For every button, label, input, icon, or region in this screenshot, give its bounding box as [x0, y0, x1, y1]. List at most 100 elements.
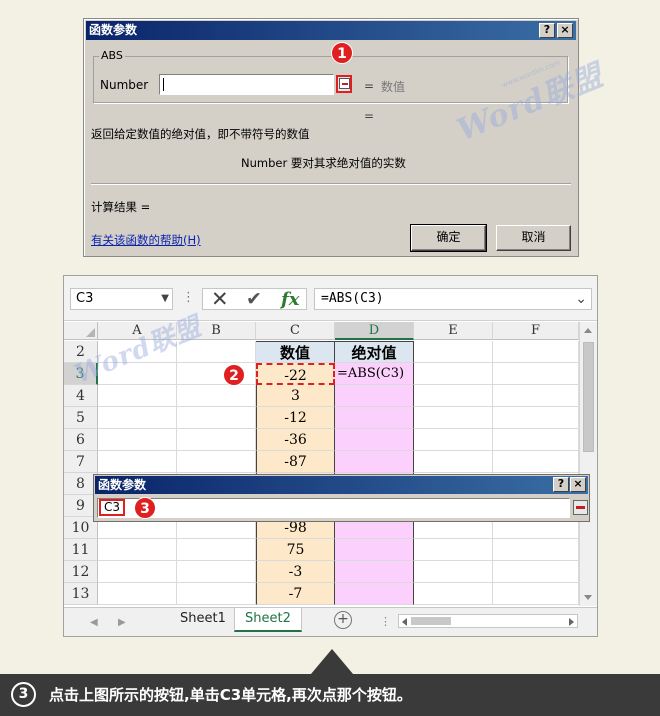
collapsed-function-dialog: 函数参数 ? × C3	[93, 474, 590, 522]
cell-a13[interactable]	[98, 583, 177, 605]
cell-e3[interactable]	[414, 363, 493, 385]
column-header-d[interactable]: D	[335, 322, 414, 340]
cell-b13[interactable]	[177, 583, 256, 605]
cell-b11[interactable]	[177, 539, 256, 561]
cell-a6[interactable]	[98, 429, 177, 451]
tab-sheet1[interactable]: Sheet1	[170, 608, 237, 632]
formula-input[interactable]: =ABS(C3) ⌄	[314, 288, 592, 310]
scroll-right-icon[interactable]	[569, 618, 574, 626]
footer-pointer	[311, 649, 353, 674]
formula-bar-grip-icon[interactable]: ⋮	[182, 290, 195, 305]
tab-grip-icon[interactable]: ⋮	[380, 615, 391, 628]
cell-d11[interactable]	[335, 539, 414, 561]
expand-dialog-icon[interactable]	[573, 500, 588, 515]
cell-a12[interactable]	[98, 561, 177, 583]
collapsed-help-button[interactable]: ?	[553, 477, 569, 492]
scroll-thumb[interactable]	[583, 342, 594, 452]
close-title-button[interactable]: ×	[557, 23, 573, 38]
cell-e13[interactable]	[414, 583, 493, 605]
cell-a4[interactable]	[98, 385, 177, 407]
cell-f6[interactable]	[493, 429, 579, 451]
horizontal-scrollbar[interactable]	[398, 614, 578, 628]
h-scroll-thumb[interactable]	[411, 617, 451, 625]
cell-a5[interactable]	[98, 407, 177, 429]
collapsed-close-button[interactable]: ×	[570, 477, 586, 492]
cell-c5[interactable]: -12	[256, 407, 335, 429]
cell-d3[interactable]: =ABS(C3)	[335, 363, 414, 385]
row-header-6[interactable]: 6	[64, 429, 98, 451]
row-header-11[interactable]: 11	[64, 539, 98, 561]
cell-f12[interactable]	[493, 561, 579, 583]
vertical-scrollbar[interactable]	[579, 322, 597, 606]
collapsed-dialog-titlebar: 函数参数 ? ×	[95, 476, 588, 494]
cell-c3[interactable]: -22	[256, 363, 335, 385]
cell-c12[interactable]: -3	[256, 561, 335, 583]
tab-sheet2[interactable]: Sheet2	[234, 608, 302, 632]
prev-sheet-icon[interactable]: ◀	[90, 617, 98, 628]
name-box-value: C3	[76, 291, 94, 306]
name-box[interactable]: C3 ▼	[70, 288, 173, 310]
scroll-up-icon[interactable]	[584, 328, 592, 333]
cell-a11[interactable]	[98, 539, 177, 561]
cell-e7[interactable]	[414, 451, 493, 473]
cell-e5[interactable]	[414, 407, 493, 429]
row-header-5[interactable]: 5	[64, 407, 98, 429]
cell-c7[interactable]: -87	[256, 451, 335, 473]
cell-d12[interactable]	[335, 561, 414, 583]
cell-c11[interactable]: 75	[256, 539, 335, 561]
cell-b12[interactable]	[177, 561, 256, 583]
cell-d7[interactable]	[335, 451, 414, 473]
collapse-dialog-button[interactable]	[336, 75, 352, 93]
cell-e12[interactable]	[414, 561, 493, 583]
cell-e11[interactable]	[414, 539, 493, 561]
cell-d13[interactable]	[335, 583, 414, 605]
cell-d5[interactable]	[335, 407, 414, 429]
cell-c13[interactable]: -7	[256, 583, 335, 605]
next-sheet-icon[interactable]: ▶	[118, 617, 126, 628]
cell-b7[interactable]	[177, 451, 256, 473]
expand-formula-icon[interactable]: ⌄	[575, 289, 587, 309]
column-header-e[interactable]: E	[414, 322, 493, 340]
cell-f2[interactable]	[493, 341, 579, 363]
ok-button[interactable]: 确定	[410, 224, 487, 252]
cell-b6[interactable]	[177, 429, 256, 451]
add-sheet-icon[interactable]: +	[334, 611, 352, 629]
cell-c2[interactable]: 数值	[256, 341, 335, 363]
help-title-button[interactable]: ?	[539, 23, 555, 38]
cancel-entry-icon[interactable]: ✕	[211, 287, 229, 311]
enter-entry-icon[interactable]: ✔	[246, 288, 262, 310]
cell-a7[interactable]	[98, 451, 177, 473]
cell-d4[interactable]	[335, 385, 414, 407]
number-arg-input[interactable]	[159, 74, 334, 95]
cell-f5[interactable]	[493, 407, 579, 429]
cell-e6[interactable]	[414, 429, 493, 451]
select-all-corner[interactable]	[64, 322, 98, 340]
row-header-13[interactable]: 13	[64, 583, 98, 605]
insert-function-icon[interactable]: fx	[281, 289, 299, 310]
cell-e2[interactable]	[414, 341, 493, 363]
row-header-12[interactable]: 12	[64, 561, 98, 583]
function-help-link[interactable]: 有关该函数的帮助(H)	[91, 232, 201, 248]
cell-f4[interactable]	[493, 385, 579, 407]
cell-f11[interactable]	[493, 539, 579, 561]
cell-b4[interactable]	[177, 385, 256, 407]
dialog-title: 函数参数	[89, 23, 138, 37]
cell-f7[interactable]	[493, 451, 579, 473]
cell-e4[interactable]	[414, 385, 493, 407]
cell-f3[interactable]	[493, 363, 579, 385]
name-box-dropdown-icon[interactable]: ▼	[161, 289, 169, 309]
column-header-c[interactable]: C	[256, 322, 335, 340]
cell-f13[interactable]	[493, 583, 579, 605]
cancel-button[interactable]: 取消	[496, 225, 571, 251]
cell-c6[interactable]: -36	[256, 429, 335, 451]
cell-d6[interactable]	[335, 429, 414, 451]
cell-b5[interactable]	[177, 407, 256, 429]
cell-c4[interactable]: 3	[256, 385, 335, 407]
cell-d2[interactable]: 绝对值	[335, 341, 414, 363]
row-header-7[interactable]: 7	[64, 451, 98, 473]
column-header-f[interactable]: F	[493, 322, 579, 340]
scroll-down-icon[interactable]	[584, 595, 592, 600]
scroll-left-icon[interactable]	[402, 618, 407, 626]
callout-2: 2	[223, 364, 245, 386]
collapsed-arg-input[interactable]: C3	[97, 498, 570, 518]
